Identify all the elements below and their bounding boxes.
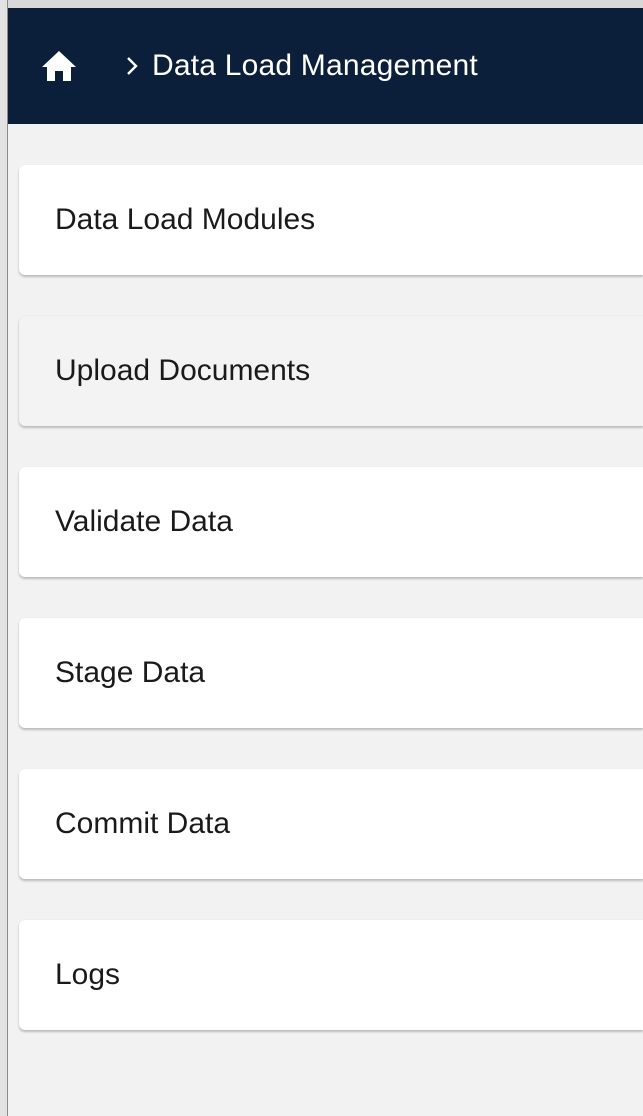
menu-item-label: Logs bbox=[55, 958, 121, 991]
window-left-edge bbox=[0, 0, 8, 1116]
menu-item-logs[interactable]: Logs bbox=[19, 920, 643, 1030]
menu-item-upload-documents[interactable]: Upload Documents bbox=[19, 316, 643, 426]
menu-item-label: Upload Documents bbox=[55, 354, 311, 387]
menu-item-label: Stage Data bbox=[55, 656, 206, 689]
menu-item-validate-data[interactable]: Validate Data bbox=[19, 467, 643, 577]
data-load-menu: Data Load Modules Upload Documents Valid… bbox=[19, 165, 643, 1071]
home-icon[interactable] bbox=[40, 49, 78, 83]
app-window: Data Load Management Data Load Modules U… bbox=[0, 0, 643, 1116]
menu-item-label: Data Load Modules bbox=[55, 203, 316, 236]
menu-item-data-load-modules[interactable]: Data Load Modules bbox=[19, 165, 643, 275]
menu-item-label: Commit Data bbox=[55, 807, 231, 840]
top-bar: Data Load Management bbox=[8, 8, 643, 124]
chevron-right-icon bbox=[120, 54, 144, 78]
menu-item-commit-data[interactable]: Commit Data bbox=[19, 769, 643, 879]
menu-item-stage-data[interactable]: Stage Data bbox=[19, 618, 643, 728]
breadcrumb-title: Data Load Management bbox=[152, 49, 478, 82]
window-top-edge bbox=[0, 0, 643, 8]
menu-item-label: Validate Data bbox=[55, 505, 233, 538]
